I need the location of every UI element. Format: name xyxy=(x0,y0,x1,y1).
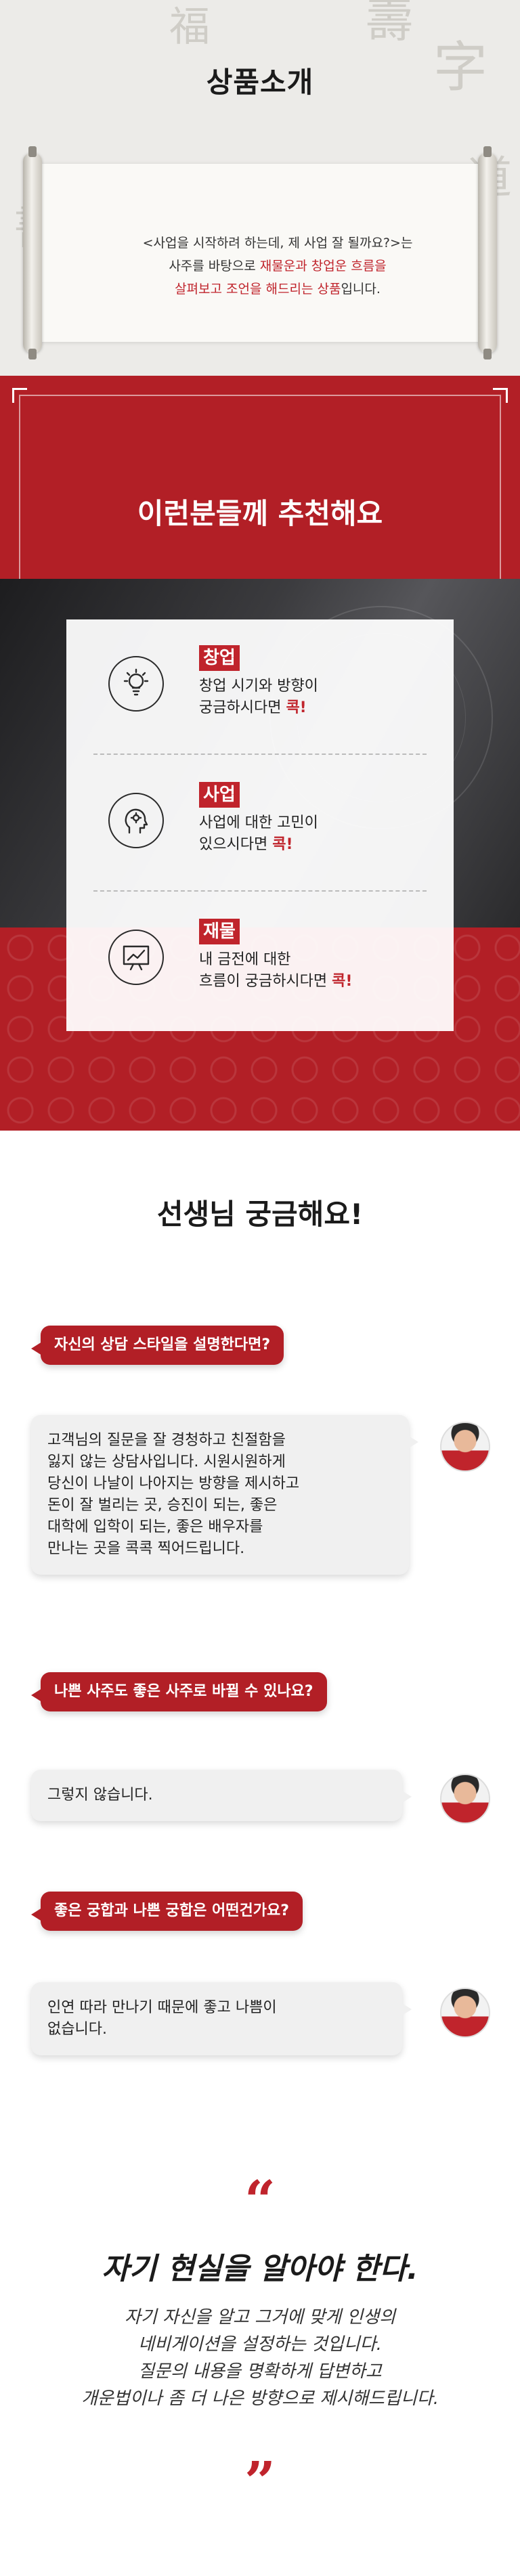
recommend-text: 궁금하시다면 콕! xyxy=(199,699,307,716)
avatar xyxy=(440,1774,490,1824)
recommend-text: 흐름이 궁금하시다면 콕! xyxy=(199,973,353,990)
calligraphy-background: 壽 xyxy=(366,0,413,48)
scroll-rod-right xyxy=(478,146,497,359)
scroll-banner: <사업을 시작하려 하는데, 제 사업 잘 될까요?>는 사주를 바탕으로 재물… xyxy=(23,146,497,359)
recommend-title: 이런분들께 추천해요 xyxy=(137,497,383,530)
recommend-item-startup: 창업 창업 시기와 방향이 궁금하시다면 콕! xyxy=(66,619,454,755)
lightbulb-icon xyxy=(108,656,164,712)
answer-bubble: 고객님의 질문을 잘 경청하고 친절함을 잃지 않는 상담사입니다. 시원시원하… xyxy=(31,1415,418,1575)
question-bubble: 자신의 상담 스타일을 설명한다면? xyxy=(30,1326,284,1365)
recommend-item-business: 사업 사업에 대한 고민이 있으시다면 콕! xyxy=(66,756,454,892)
intro-title: 상품소개 xyxy=(206,66,314,99)
recommend-tag: 재물 xyxy=(199,919,240,944)
dashed-divider xyxy=(93,890,427,892)
recommend-text: 있으시다면 콕! xyxy=(199,836,293,853)
intro-highlight-2: 살펴보고 조언을 해드리는 상품 xyxy=(175,282,341,297)
frame-corner xyxy=(12,388,27,403)
frame-corner xyxy=(493,388,508,403)
answer-bubble: 인연 따라 만나기 때문에 좋고 나쁨이 없습니다. xyxy=(31,1982,412,2055)
emphasis-mark: 콕! xyxy=(272,836,293,853)
chart-presentation-icon xyxy=(108,930,164,985)
head-thinking-icon xyxy=(108,793,164,848)
recommend-item-wealth: 재물 내 금전에 대한 흐름이 궁금하시다면 콕! xyxy=(66,893,454,1028)
intro-line-1: <사업을 시작하려 하는데, 제 사업 잘 될까요?>는 xyxy=(142,236,413,250)
recommend-text: 내 금전에 대한 xyxy=(199,951,291,968)
intro-line-3: 입니다. xyxy=(341,282,381,297)
recommend-tag: 사업 xyxy=(199,782,240,808)
recommend-section: 이런분들께 추천해요 창업 창업 시기와 방향이 궁금하시다면 콕! 사업 사업… xyxy=(0,376,520,1131)
emphasis-mark: 콕! xyxy=(332,973,353,990)
emphasis-mark: 콕! xyxy=(286,699,307,716)
intro-highlight-1: 재물운과 창업운 흐름을 xyxy=(259,259,387,274)
close-quote-icon: ” xyxy=(244,2449,276,2513)
open-quote-icon: “ xyxy=(244,2168,276,2232)
answer-bubble: 그렇지 않습니다. xyxy=(31,1770,412,1821)
quote-section: “ 자기 현실을 알아야 한다. 자기 자신을 알고 그거에 맞게 인생의 네비… xyxy=(0,2075,520,2576)
calligraphy-background: 福 xyxy=(169,3,210,51)
scroll-rod-left xyxy=(23,146,42,359)
recommend-text: 창업 시기와 방향이 xyxy=(199,678,318,695)
question-bubble: 나쁜 사주도 좋은 사주로 바뀔 수 있나요? xyxy=(31,1672,327,1711)
avatar xyxy=(440,1988,490,2038)
quote-headline: 자기 현실을 알아야 한다. xyxy=(102,2252,418,2286)
qa-section: 선생님 궁금해요! 자신의 상담 스타일을 설명한다면? 고객님의 질문을 잘 … xyxy=(0,1131,520,2075)
recommend-tag: 창업 xyxy=(199,645,240,671)
avatar xyxy=(440,1422,490,1472)
scroll-paper: <사업을 시작하려 하는데, 제 사업 잘 될까요?>는 사주를 바탕으로 재물… xyxy=(41,164,479,342)
recommend-card: 창업 창업 시기와 방향이 궁금하시다면 콕! 사업 사업에 대한 고민이 있으… xyxy=(66,619,454,1031)
intro-section: 福 壽 字 書 道 德 상품소개 <사업을 시작하려 하는데, 제 사업 잘 될… xyxy=(0,0,520,376)
recommend-text: 사업에 대한 고민이 xyxy=(199,814,318,831)
quote-body: 자기 자신을 알고 그거에 맞게 인생의 네비게이션을 설정하는 것입니다. 질… xyxy=(81,2307,439,2409)
qa-title: 선생님 궁금해요! xyxy=(156,1198,364,1231)
dashed-divider xyxy=(93,754,427,755)
intro-description: <사업을 시작하려 하는데, 제 사업 잘 될까요?>는 사주를 바탕으로 재물… xyxy=(81,232,474,301)
question-bubble: 좋은 궁합과 나쁜 궁합은 어떤건가요? xyxy=(31,1892,303,1931)
intro-line-2: 사주를 바탕으로 xyxy=(169,259,260,274)
